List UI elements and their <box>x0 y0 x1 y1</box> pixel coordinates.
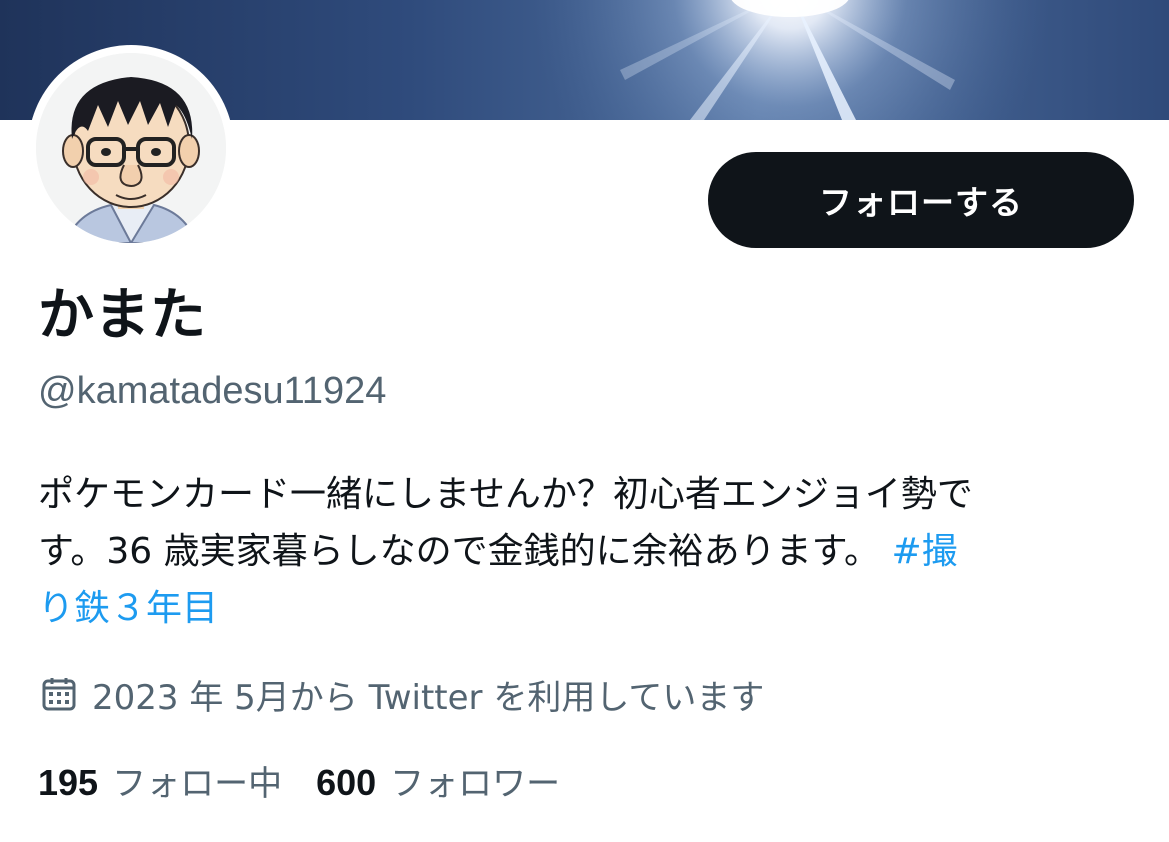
avatar-image <box>36 53 226 243</box>
following-count: 195 <box>38 761 99 803</box>
avatar[interactable] <box>28 45 234 251</box>
followers-link[interactable]: 600 フォロワー <box>316 756 560 805</box>
joined-date-text: 2023 年 5月から Twitter を利用しています <box>92 677 765 718</box>
followers-label: フォロワー <box>390 763 561 804</box>
following-label: フォロー中 <box>112 763 283 804</box>
following-link[interactable]: 195 フォロー中 <box>38 756 282 805</box>
user-handle: @kamatadesu11924 <box>38 370 387 412</box>
profile-bio: ポケモンカード一緒にしませんか？初心者エンジョイ勢で す。36 歳実家暮らしなの… <box>38 466 1138 637</box>
bio-line-2: す。36 歳実家暮らしなので金銭的に余裕あります。 #撮 <box>38 523 1138 580</box>
hashtag-link-continued[interactable]: り鉄３年目 <box>38 580 1138 637</box>
bio-line-2-text: す。36 歳実家暮らしなので金銭的に余裕あります。 <box>38 531 892 572</box>
joined-date: 2023 年 5月から Twitter を利用しています <box>40 668 764 720</box>
follow-button[interactable]: フォローする <box>708 152 1134 248</box>
display-name: かまた <box>38 283 206 348</box>
follow-stats: 195 フォロー中 600 フォロワー <box>38 754 594 806</box>
followers-count: 600 <box>316 761 377 803</box>
profile-page: フォローする かまた @kamatadesu11924 ポケモンカード一緒にしま… <box>0 0 1169 842</box>
calendar-icon <box>42 678 76 711</box>
hashtag-link[interactable]: #撮 <box>892 531 958 572</box>
bio-line-1: ポケモンカード一緒にしませんか？初心者エンジョイ勢で <box>38 474 973 515</box>
